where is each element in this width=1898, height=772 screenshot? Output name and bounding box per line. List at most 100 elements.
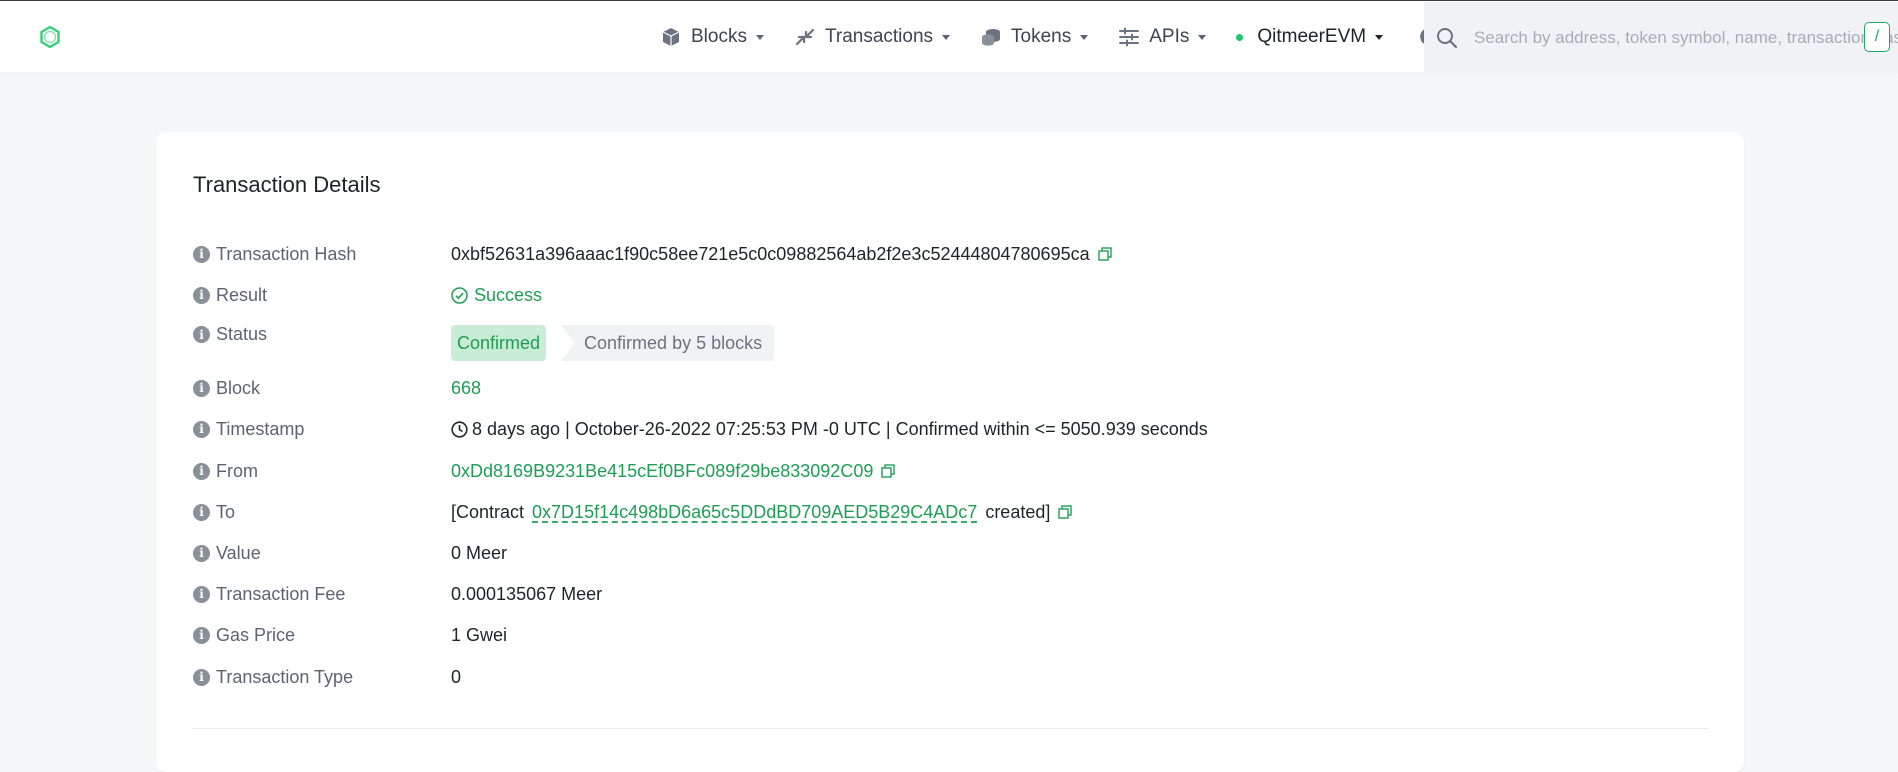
sliders-icon xyxy=(1118,26,1140,48)
transaction-hash-value: 0xbf52631a396aaac1f90c58ee721e5c0c098825… xyxy=(451,243,1090,264)
gas-price-value: 1 Gwei xyxy=(451,624,508,645)
chevron-down-icon xyxy=(1375,34,1384,40)
row-from: i From 0xDd8169B9231Be415cEf0BFc089f29be… xyxy=(193,456,1713,486)
info-icon[interactable]: i xyxy=(193,626,210,644)
search-clip xyxy=(1472,22,1898,52)
search-shortcut-key: / xyxy=(1864,22,1890,52)
row-value: [Contract 0x7D15f14c498bD6a65c5DDdBD709A… xyxy=(451,501,1073,523)
row-value-text: 0 Meer xyxy=(451,543,507,564)
logo-icon[interactable] xyxy=(38,25,62,49)
confirmations-badge: Confirmed by 5 blocks xyxy=(561,325,775,361)
chevron-down-icon xyxy=(1080,34,1089,40)
clock-icon xyxy=(451,420,468,438)
gas-price-label: Gas Price xyxy=(216,624,296,645)
row-gas-price: i Gas Price 1 Gwei xyxy=(193,620,1713,650)
chevron-down-icon xyxy=(1198,34,1207,40)
from-label: From xyxy=(216,460,258,481)
row-value: i Value 0 Meer xyxy=(193,538,1713,568)
info-icon[interactable]: i xyxy=(193,585,210,603)
row-value: 668 xyxy=(451,378,481,399)
transaction-hash-label: Transaction Hash xyxy=(216,243,357,264)
row-value: Confirmed Confirmed by 5 blocks xyxy=(451,325,775,361)
row-label: i Transaction Type xyxy=(193,667,451,688)
info-icon[interactable]: i xyxy=(193,503,210,521)
status-label: Status xyxy=(216,324,268,344)
info-icon[interactable]: i xyxy=(193,326,210,343)
block-link[interactable]: 668 xyxy=(451,378,481,399)
arrows-icon xyxy=(794,26,816,48)
row-label: i Transaction Fee xyxy=(193,584,451,605)
transaction-fee-value: 0.000135067 Meer xyxy=(451,583,603,604)
from-address-link[interactable]: 0xDd8169B9231Be415cEf0BFc089f29be833092C… xyxy=(451,461,873,482)
nav-blocks[interactable]: Blocks xyxy=(660,26,764,48)
cube-icon xyxy=(660,26,682,48)
chevron-down-icon xyxy=(755,34,764,40)
value-label: Value xyxy=(216,542,261,563)
transaction-fee-label: Transaction Fee xyxy=(216,583,346,604)
to-prefix: [Contract xyxy=(451,501,525,522)
block-label: Block xyxy=(216,377,261,398)
top-navbar: Blocks Transactions Tokens APIs QitmeerE… xyxy=(0,0,1898,73)
copy-icon[interactable] xyxy=(881,464,896,478)
to-suffix: created] xyxy=(985,501,1051,522)
search-icon xyxy=(1436,27,1458,54)
contract-address-link[interactable]: 0x7D15f14c498bD6a65c5DDdBD709AED5B29C4AD… xyxy=(532,502,977,523)
nav-blocks-label: Blocks xyxy=(691,26,747,47)
row-result: i Result Success xyxy=(193,280,1713,310)
search-bar: / xyxy=(1424,2,1898,73)
row-label: i Value xyxy=(193,543,451,564)
search-input[interactable] xyxy=(1472,22,1898,52)
row-value: Success xyxy=(451,285,542,306)
row-block: i Block 668 xyxy=(193,373,1713,403)
row-value: 0xbf52631a396aaac1f90c58ee721e5c0c098825… xyxy=(451,244,1112,265)
row-label: i Gas Price xyxy=(193,625,451,646)
divider xyxy=(193,728,1709,729)
row-label: i Result xyxy=(193,285,451,306)
info-icon[interactable]: i xyxy=(193,668,210,686)
transaction-type-label: Transaction Type xyxy=(216,666,354,687)
main-nav: Blocks Transactions Tokens APIs QitmeerE… xyxy=(660,23,1439,51)
info-icon[interactable]: i xyxy=(193,462,210,480)
check-circle-icon xyxy=(451,286,468,304)
row-timestamp: i Timestamp 8 days ago | October-26-2022… xyxy=(193,414,1713,444)
timestamp-value: 8 days ago | October-26-2022 07:25:53 PM… xyxy=(472,418,1208,439)
transaction-details-card: Transaction Details i Transaction Hash 0… xyxy=(156,132,1744,772)
coins-icon xyxy=(980,26,1002,48)
info-icon[interactable]: i xyxy=(193,286,210,304)
row-label: i Transaction Hash xyxy=(193,244,451,265)
chevron-down-icon xyxy=(942,34,951,40)
to-label: To xyxy=(216,501,236,522)
row-transaction-fee: i Transaction Fee 0.000135067 Meer xyxy=(193,579,1713,609)
network-name: QitmeerEVM xyxy=(1257,26,1367,47)
row-value: 0.000135067 Meer xyxy=(451,584,602,605)
transaction-type-value: 0 xyxy=(451,666,462,687)
row-label: i Timestamp xyxy=(193,419,451,440)
result-label: Result xyxy=(216,284,268,305)
nav-tokens[interactable]: Tokens xyxy=(980,26,1089,48)
timestamp-label: Timestamp xyxy=(216,418,305,439)
row-transaction-hash: i Transaction Hash 0xbf52631a396aaac1f90… xyxy=(193,239,1713,269)
nav-transactions[interactable]: Transactions xyxy=(794,26,951,48)
nav-apis-label: APIs xyxy=(1149,26,1190,47)
row-value: 8 days ago | October-26-2022 07:25:53 PM… xyxy=(451,419,1208,440)
row-transaction-type: i Transaction Type 0 xyxy=(193,662,1713,692)
row-label: i Status xyxy=(193,324,451,345)
nav-apis[interactable]: APIs xyxy=(1118,26,1207,48)
row-to: i To [Contract 0x7D15f14c498bD6a65c5DDdB… xyxy=(193,497,1713,527)
network-selector[interactable]: QitmeerEVM xyxy=(1236,26,1384,48)
info-icon[interactable]: i xyxy=(193,379,210,397)
info-icon[interactable]: i xyxy=(193,245,210,263)
nav-tokens-label: Tokens xyxy=(1011,26,1072,47)
copy-icon[interactable] xyxy=(1058,505,1073,519)
copy-icon[interactable] xyxy=(1097,247,1112,261)
nav-transactions-label: Transactions xyxy=(824,26,934,47)
row-value: 0 xyxy=(451,667,461,688)
network-status-dot xyxy=(1236,33,1244,41)
info-icon[interactable]: i xyxy=(193,544,210,562)
row-value: 1 Gwei xyxy=(451,625,507,646)
row-label: i From xyxy=(193,461,451,482)
info-icon[interactable]: i xyxy=(193,420,210,438)
card-title: Transaction Details xyxy=(193,172,381,197)
status-badge: Confirmed xyxy=(451,325,547,361)
row-label: i To xyxy=(193,502,451,523)
